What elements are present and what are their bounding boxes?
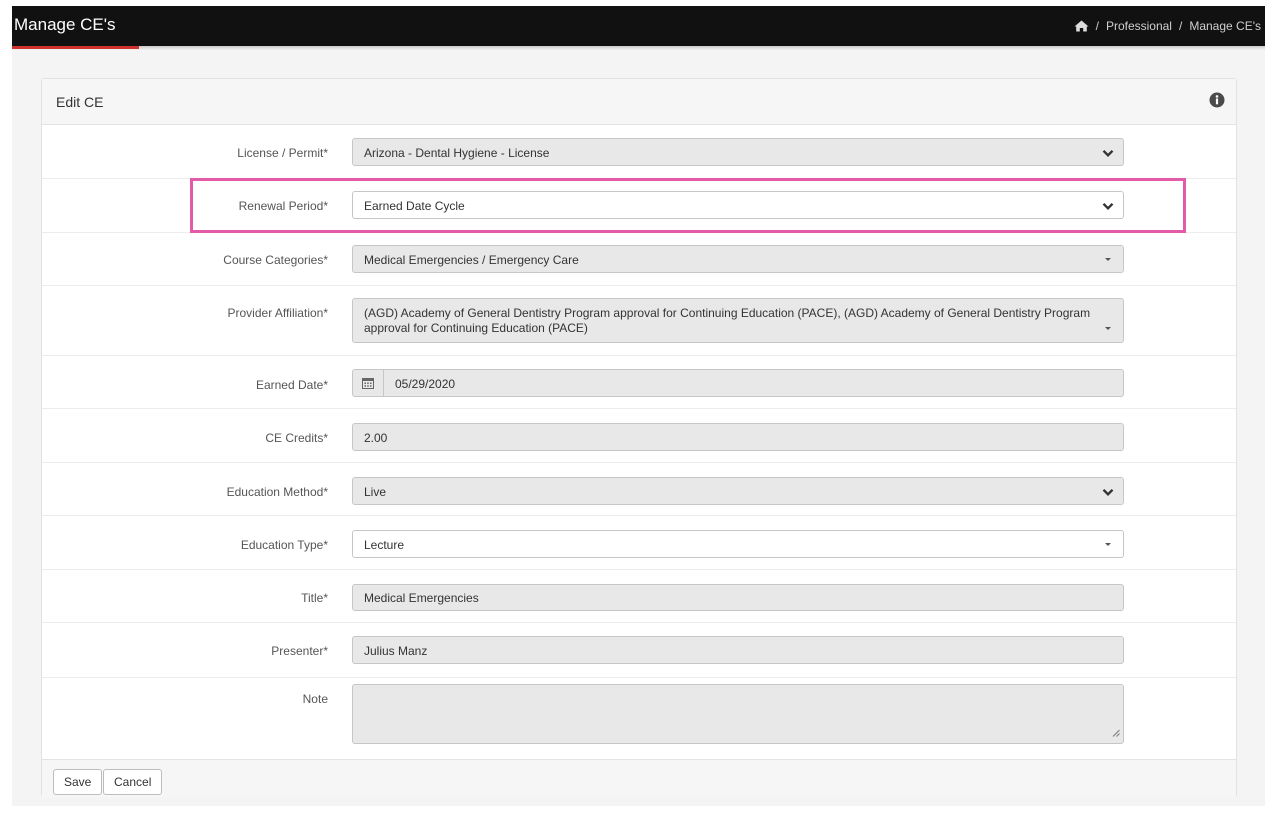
app-frame: Manage CE's / Professional / Manage CE's… [12,6,1265,806]
form-row-method: Education Method* Live [42,463,1236,516]
education-type-select[interactable]: Lecture [352,530,1124,558]
renewal-period-highlight [190,178,1186,233]
breadcrumb-professional[interactable]: Professional [1106,19,1172,33]
affiliation-label: Provider Affiliation* [227,306,329,320]
top-bar: Manage CE's / Professional / Manage CE's [12,6,1265,46]
save-button[interactable]: Save [53,769,103,795]
categories-value: Medical Emergencies / Emergency Care [364,253,579,267]
active-tab-underline [12,46,139,49]
cancel-button[interactable]: Cancel [103,769,163,795]
panel-title: Edit CE [56,94,104,110]
chevron-down-icon [1102,486,1114,500]
calendar-icon[interactable] [353,370,384,396]
license-value: Arizona - Dental Hygiene - License [364,146,550,160]
credits-label: CE Credits* [265,431,328,445]
presenter-value: Julius Manz [364,644,428,658]
breadcrumb-separator: / [1095,19,1099,33]
presenter-input[interactable]: Julius Manz [352,636,1124,664]
home-icon[interactable] [1074,20,1089,32]
form-row-affiliation: Provider Affiliation* (AGD) Academy of G… [42,286,1236,356]
caret-down-icon [1105,258,1111,261]
presenter-label: Presenter* [271,644,328,658]
breadcrumb-separator: / [1178,19,1183,33]
categories-label: Course Categories* [223,253,328,267]
form-row-type: Education Type* Lecture [42,516,1236,570]
form-row-categories: Course Categories* Medical Emergencies /… [42,233,1236,286]
app-title: Manage CE's [14,15,116,34]
note-textarea[interactable] [352,684,1124,744]
method-value: Live [364,485,387,499]
top-bar-shadow [12,46,1265,50]
license-select[interactable]: Arizona - Dental Hygiene - License [352,138,1124,166]
course-categories-select[interactable]: Medical Emergencies / Emergency Care [352,245,1124,273]
form-row-title: Title* Medical Emergencies [42,570,1236,623]
form-row-note: Note [42,678,1236,759]
caret-down-icon [1105,327,1111,330]
panel-footer: Save Cancel [42,759,1236,797]
title-value: Medical Emergencies [364,591,479,605]
note-label: Note [302,692,328,706]
panel-header: Edit CE [42,79,1236,125]
form-row-credits: CE Credits* 2.00 [42,409,1236,463]
chevron-down-icon [1102,147,1114,161]
breadcrumb: / Professional / Manage CE's [1074,19,1261,33]
title-label: Title* [301,591,328,605]
earned-date-input[interactable]: 05/29/2020 [352,369,1124,397]
ce-credits-input[interactable]: 2.00 [352,423,1124,451]
earned-date-value: 05/29/2020 [395,377,456,391]
form-row-presenter: Presenter* Julius Manz [42,623,1236,678]
breadcrumb-manage-ces[interactable]: Manage CE's [1189,19,1261,33]
type-label: Education Type* [240,538,328,552]
earned-date-label: Earned Date* [255,378,328,392]
provider-affiliation-select[interactable]: (AGD) Academy of General Dentistry Progr… [352,298,1124,343]
title-input[interactable]: Medical Emergencies [352,584,1124,611]
license-label: License / Permit* [237,146,328,160]
caret-down-icon [1105,543,1111,546]
resize-grip-icon[interactable] [1112,726,1120,740]
info-icon[interactable] [1209,92,1225,113]
affiliation-value-line1: (AGD) Academy of General Dentistry Progr… [364,306,1091,320]
type-value: Lecture [364,538,405,552]
credits-value: 2.00 [364,431,388,445]
method-label: Education Method* [226,485,328,499]
education-method-select[interactable]: Live [352,477,1124,505]
form-row-license: License / Permit* Arizona - Dental Hygie… [42,125,1236,179]
affiliation-value-line2: approval for Continuing Education (PACE) [364,321,588,335]
form-row-earned-date: Earned Date* 05/29/2020 [42,356,1236,409]
